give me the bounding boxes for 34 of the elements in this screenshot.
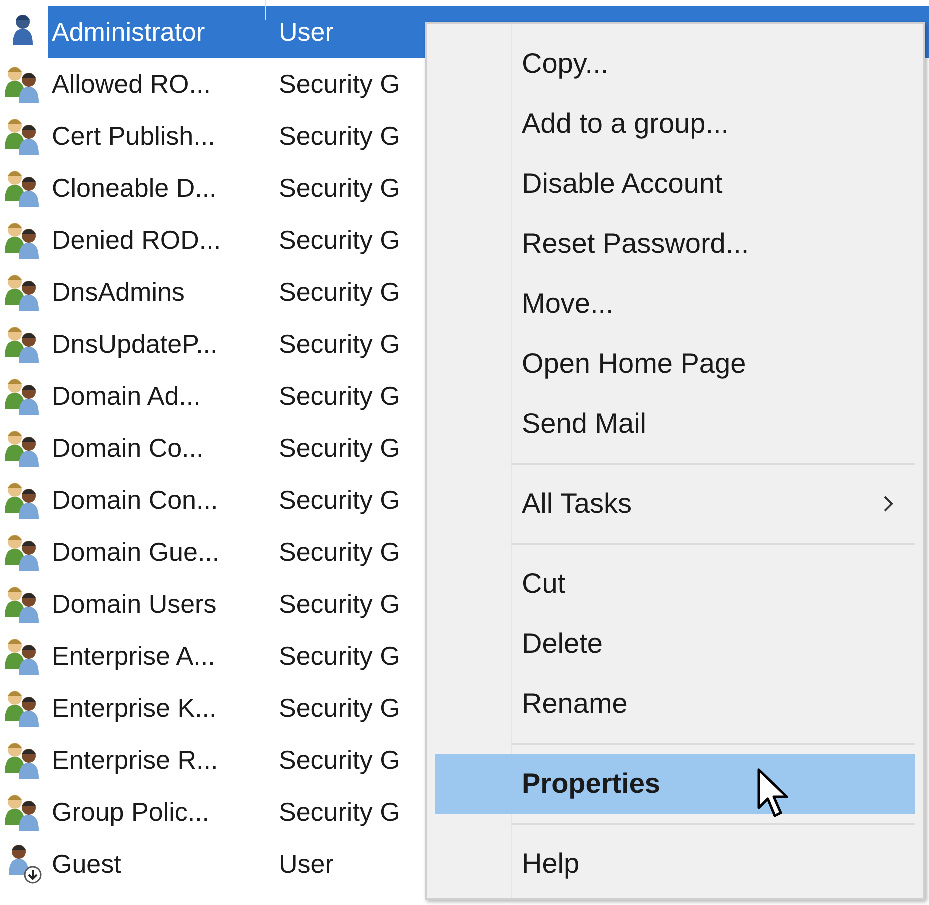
type-cell-text: Security G [279, 224, 400, 256]
name-cell-text: Enterprise A... [51, 640, 216, 672]
type-cell-text: User [279, 848, 334, 880]
name-cell-text: Domain Gue... [51, 536, 221, 568]
name-cell-text: Guest [51, 848, 122, 880]
name-cell-text: Denied ROD... [51, 224, 222, 256]
type-cell-text: Security G [279, 68, 400, 100]
type-cell-text: Security G [279, 328, 400, 360]
type-cell-text: Security G [279, 796, 400, 828]
name-cell-text: Allowed RO... [51, 68, 212, 100]
type-cell-text: Security G [279, 276, 400, 308]
type-cell-text: Security G [279, 380, 400, 412]
name-cell-text: DnsAdmins [51, 276, 186, 308]
type-cell-text: Security G [279, 484, 400, 516]
type-cell-text: Security G [279, 744, 400, 776]
name-cell-text: Domain Ad... [51, 380, 202, 412]
name-cell-text: Cloneable D... [51, 172, 218, 204]
name-cell-text: Administrator [51, 16, 206, 48]
name-cell-text: Domain Con... [51, 484, 220, 516]
name-cell-text: Enterprise K... [51, 692, 218, 724]
name-cell-text: Domain Users [51, 588, 218, 620]
type-cell-text: Security G [279, 172, 400, 204]
type-cell-text: Security G [279, 588, 400, 620]
type-cell-text: Security G [279, 692, 400, 724]
name-cell-text: Cert Publish... [51, 120, 216, 152]
type-cell-text: User [279, 16, 334, 48]
type-cell-text: Security G [279, 536, 400, 568]
name-cell-text: Domain Co... [51, 432, 205, 464]
type-cell-text: Security G [279, 432, 400, 464]
name-cell-text: Group Polic... [51, 796, 211, 828]
type-cell-text: Security G [279, 640, 400, 672]
name-cell-text: Enterprise R... [51, 744, 220, 776]
type-cell-text: Security G [279, 120, 400, 152]
name-cell-text: DnsUpdateP... [51, 328, 219, 360]
